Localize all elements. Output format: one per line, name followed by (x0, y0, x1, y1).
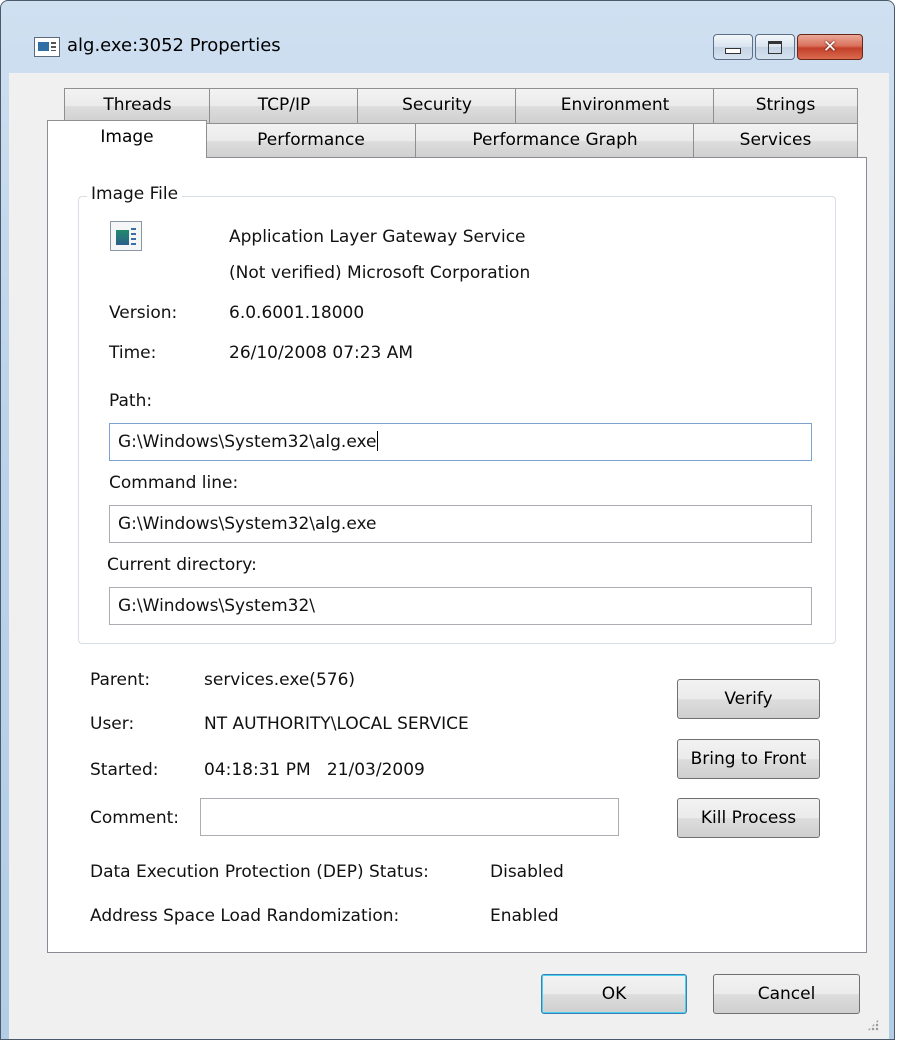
properties-window: alg.exe:3052 Properties ✕ Threads TCP/IP… (0, 0, 895, 1040)
title-bar[interactable]: alg.exe:3052 Properties ✕ (1, 1, 894, 61)
image-file-group: Image File Application Layer Gateway Ser… (78, 184, 836, 644)
command-line-field-value: G:\Windows\System32\alg.exe (118, 514, 377, 534)
cancel-button[interactable]: Cancel (713, 974, 860, 1014)
executable-file-icon (110, 221, 142, 251)
tab-strings[interactable]: Strings (713, 88, 858, 123)
file-description: Application Layer Gateway Service (229, 227, 526, 247)
dialog-client-area: Threads TCP/IP Security Environment Stri… (9, 73, 889, 1039)
resize-grip-icon[interactable] (867, 1019, 879, 1031)
time-value: 26/10/2008 07:23 AM (229, 343, 414, 363)
maximize-icon (768, 40, 782, 54)
path-field-value: G:\Windows\System32\alg.exe (118, 432, 377, 452)
version-label: Version: (109, 303, 178, 323)
dep-status-label: Data Execution Protection (DEP) Status: (90, 862, 429, 882)
minimize-icon (725, 48, 741, 54)
tab-security[interactable]: Security (357, 88, 517, 123)
tab-image[interactable]: Image (47, 120, 207, 158)
bring-to-front-button[interactable]: Bring to Front (677, 739, 820, 779)
parent-value: services.exe(576) (204, 670, 356, 690)
tab-performance[interactable]: Performance (205, 123, 417, 158)
file-company: (Not verified) Microsoft Corporation (229, 263, 531, 283)
aslr-label: Address Space Load Randomization: (90, 906, 400, 926)
current-directory-field-value: G:\Windows\System32\ (118, 596, 315, 616)
tab-services[interactable]: Services (693, 123, 858, 158)
command-line-field[interactable]: G:\Windows\System32\alg.exe (109, 505, 812, 543)
tab-performance-graph[interactable]: Performance Graph (415, 123, 695, 158)
path-field[interactable]: G:\Windows\System32\alg.exe (109, 423, 812, 461)
time-label: Time: (109, 343, 157, 363)
user-value: NT AUTHORITY\LOCAL SERVICE (204, 714, 469, 734)
tab-tcp-ip[interactable]: TCP/IP (209, 88, 359, 123)
minimize-button[interactable] (713, 34, 753, 60)
started-value: 04:18:31 PM 21/03/2009 (204, 760, 425, 780)
parent-label: Parent: (90, 670, 151, 690)
version-value: 6.0.6001.18000 (229, 303, 365, 323)
current-directory-label: Current directory: (107, 555, 257, 575)
maximize-button[interactable] (755, 34, 795, 60)
dep-status-value: Disabled (490, 862, 564, 882)
aslr-value: Enabled (490, 906, 559, 926)
image-file-group-title: Image File (87, 184, 183, 204)
path-label: Path: (109, 391, 153, 411)
user-label: User: (90, 714, 135, 734)
close-icon: ✕ (822, 36, 838, 57)
current-directory-field[interactable]: G:\Windows\System32\ (109, 587, 812, 625)
window-title: alg.exe:3052 Properties (67, 35, 281, 56)
started-label: Started: (90, 760, 159, 780)
text-caret (376, 431, 378, 451)
image-tab-panel: Image File Application Layer Gateway Ser… (47, 157, 867, 953)
comment-label: Comment: (90, 808, 180, 828)
close-button[interactable]: ✕ (797, 34, 863, 60)
tab-environment[interactable]: Environment (515, 88, 715, 123)
verify-button[interactable]: Verify (677, 679, 820, 719)
comment-field[interactable] (200, 798, 619, 836)
command-line-label: Command line: (109, 473, 239, 493)
ok-button[interactable]: OK (541, 974, 687, 1014)
app-window-icon (34, 37, 60, 57)
kill-process-button[interactable]: Kill Process (677, 798, 820, 838)
tab-threads[interactable]: Threads (64, 88, 211, 123)
